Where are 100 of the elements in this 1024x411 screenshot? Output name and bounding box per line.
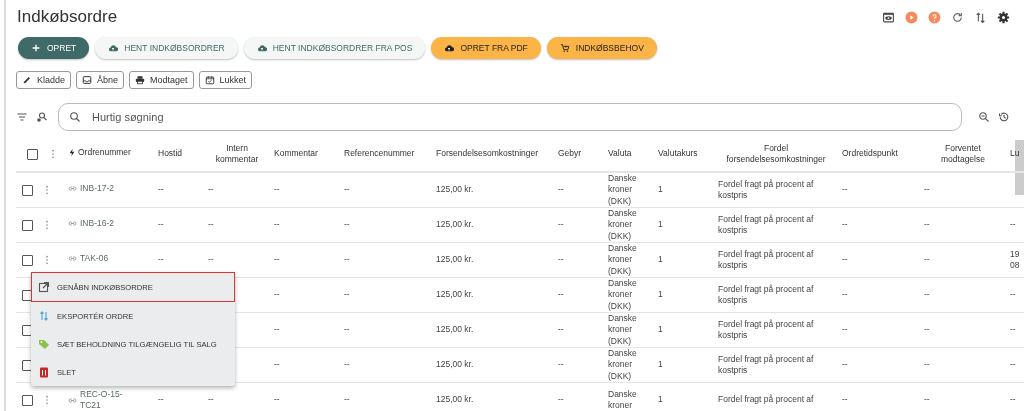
table-cell: -- — [558, 254, 564, 266]
table-cell: -- — [924, 394, 930, 406]
action-button[interactable]: INDKØBSBEHOV — [546, 37, 657, 59]
trash-icon — [38, 366, 50, 378]
table-cell-text: Danske kroner (DKK) — [608, 173, 638, 207]
search-icon — [69, 111, 81, 123]
table-cell: -- — [274, 219, 280, 231]
table-cell: -- — [344, 184, 350, 196]
column-header[interactable]: Valuta — [608, 148, 650, 160]
table-cell: -- — [274, 324, 280, 336]
table-cell: -- — [344, 289, 350, 301]
table-cell: -- — [842, 254, 848, 266]
table-cell: -- — [208, 254, 214, 266]
table-cell-text: Fordel fragt på procent af kostpris — [718, 318, 815, 342]
table-cell: -- — [344, 254, 350, 266]
cloud-upload-icon — [256, 43, 267, 53]
table-cell: -- — [558, 289, 564, 301]
checkbox[interactable] — [22, 254, 33, 266]
action-button[interactable]: HENT INDKØBSORDRER — [95, 37, 238, 59]
search-user-icon[interactable] — [36, 111, 48, 123]
table-cell-text: Danske kroner — [608, 388, 638, 411]
table-cell: -- — [842, 394, 848, 406]
table-cell: -- — [274, 359, 280, 371]
zoom-search-icon[interactable] — [978, 111, 990, 123]
table-cell: -- — [158, 184, 164, 196]
table-cell: -- — [924, 324, 930, 336]
table-cell: 1 — [658, 359, 663, 371]
table-cell: -- — [208, 184, 214, 196]
search-field[interactable]: Hurtig søgning — [58, 103, 962, 131]
calendar-icon — [204, 75, 215, 85]
preview-icon[interactable] — [882, 10, 895, 24]
table-cell: -- — [344, 324, 350, 336]
filter-chip[interactable]: Kladde — [16, 71, 72, 89]
refresh-icon[interactable] — [951, 10, 964, 24]
table-cell: 1 — [658, 394, 663, 406]
checkbox[interactable] — [26, 148, 38, 160]
table-cell: 125,00 kr. — [436, 324, 474, 336]
table-cell: -- — [274, 184, 280, 196]
column-header[interactable]: Lu — [1010, 148, 1024, 160]
link-icon — [68, 254, 77, 264]
table-cell: -- — [1010, 394, 1016, 406]
filter-chip[interactable]: Lukket — [198, 71, 253, 89]
table-cell: -- — [558, 324, 564, 336]
action-button[interactable]: OPRET FRA PDF — [431, 37, 541, 59]
table-cell: Fordel fragt på procent af — [718, 394, 814, 406]
cloud-upload-icon — [444, 43, 455, 53]
filter-chip[interactable]: Åbne — [76, 71, 125, 89]
column-header[interactable]: Gebyr — [558, 148, 600, 160]
order-link[interactable]: INB-17-2 — [68, 183, 114, 195]
table-cell: -- — [344, 359, 350, 371]
table-cell: -- — [558, 359, 564, 371]
tag-icon — [38, 338, 50, 350]
sort-arrows-icon[interactable] — [974, 10, 987, 24]
column-header[interactable]: Valutakurs — [658, 148, 710, 160]
action-button[interactable]: HENT INDKØBSORDRER FRA POS — [243, 37, 426, 59]
table-cell: -- — [158, 219, 164, 231]
table-cell-text: Danske kroner (DKK) — [608, 348, 638, 382]
table-cell: -- — [558, 394, 564, 406]
table-cell-text: Fordel fragt på procent af kostpris — [718, 248, 815, 272]
table-cell: -- — [158, 394, 164, 406]
column-header[interactable]: Ordrenummer — [78, 147, 131, 159]
settings-icon[interactable] — [997, 10, 1010, 24]
column-header[interactable]: Kommentar — [274, 148, 336, 160]
table-cell: -- — [158, 254, 164, 266]
order-link[interactable]: REC-O-15-TC21 — [68, 388, 128, 411]
checkbox[interactable] — [22, 219, 33, 231]
order-link[interactable]: INB-16-2 — [68, 218, 114, 230]
table-cell: -- — [274, 289, 280, 301]
table-cell: -- — [924, 219, 930, 231]
checkbox[interactable] — [22, 184, 33, 196]
column-header[interactable]: Hostid — [158, 148, 200, 160]
cloud-upload-icon — [108, 43, 119, 53]
table-cell: 1 — [658, 254, 663, 266]
table-cell: -- — [344, 394, 350, 406]
table-cell: 125,00 kr. — [436, 394, 474, 406]
table-cell: -- — [842, 359, 848, 371]
column-header[interactable]: Intern kommentar — [208, 142, 266, 166]
inbox-icon — [82, 75, 93, 85]
checkbox[interactable] — [22, 394, 33, 406]
link-icon — [68, 219, 77, 229]
table-cell-text: Fordel fragt på procent af kostpris — [718, 213, 815, 237]
column-header[interactable]: Ordretidspunkt — [842, 148, 916, 160]
table-cell: -- — [1010, 359, 1016, 371]
column-header[interactable]: Forsendelsesomkostninger — [436, 148, 550, 160]
filter-chip[interactable]: Modtaget — [129, 71, 194, 89]
table-cell: 125,00 kr. — [436, 219, 474, 231]
table-cell: 1 — [658, 324, 663, 336]
cart-icon — [559, 43, 570, 53]
column-header[interactable]: Forventet modtagelse — [924, 142, 1002, 166]
link-icon — [68, 184, 77, 194]
pencil-icon — [22, 75, 32, 85]
table-cell-text: Fordel fragt på procent af kostpris — [718, 178, 815, 202]
history-icon[interactable] — [998, 111, 1010, 123]
order-link[interactable]: TAK-06 — [68, 253, 109, 265]
column-header[interactable]: Fordel forsendelsesomkostninger — [718, 142, 834, 166]
table-cell: 125,00 kr. — [436, 254, 474, 266]
page-title: Indkøbsordre — [16, 7, 118, 27]
action-button[interactable]: OPRET — [18, 37, 90, 59]
link-icon — [68, 395, 77, 405]
column-header[interactable]: Referencenummer — [344, 148, 428, 160]
